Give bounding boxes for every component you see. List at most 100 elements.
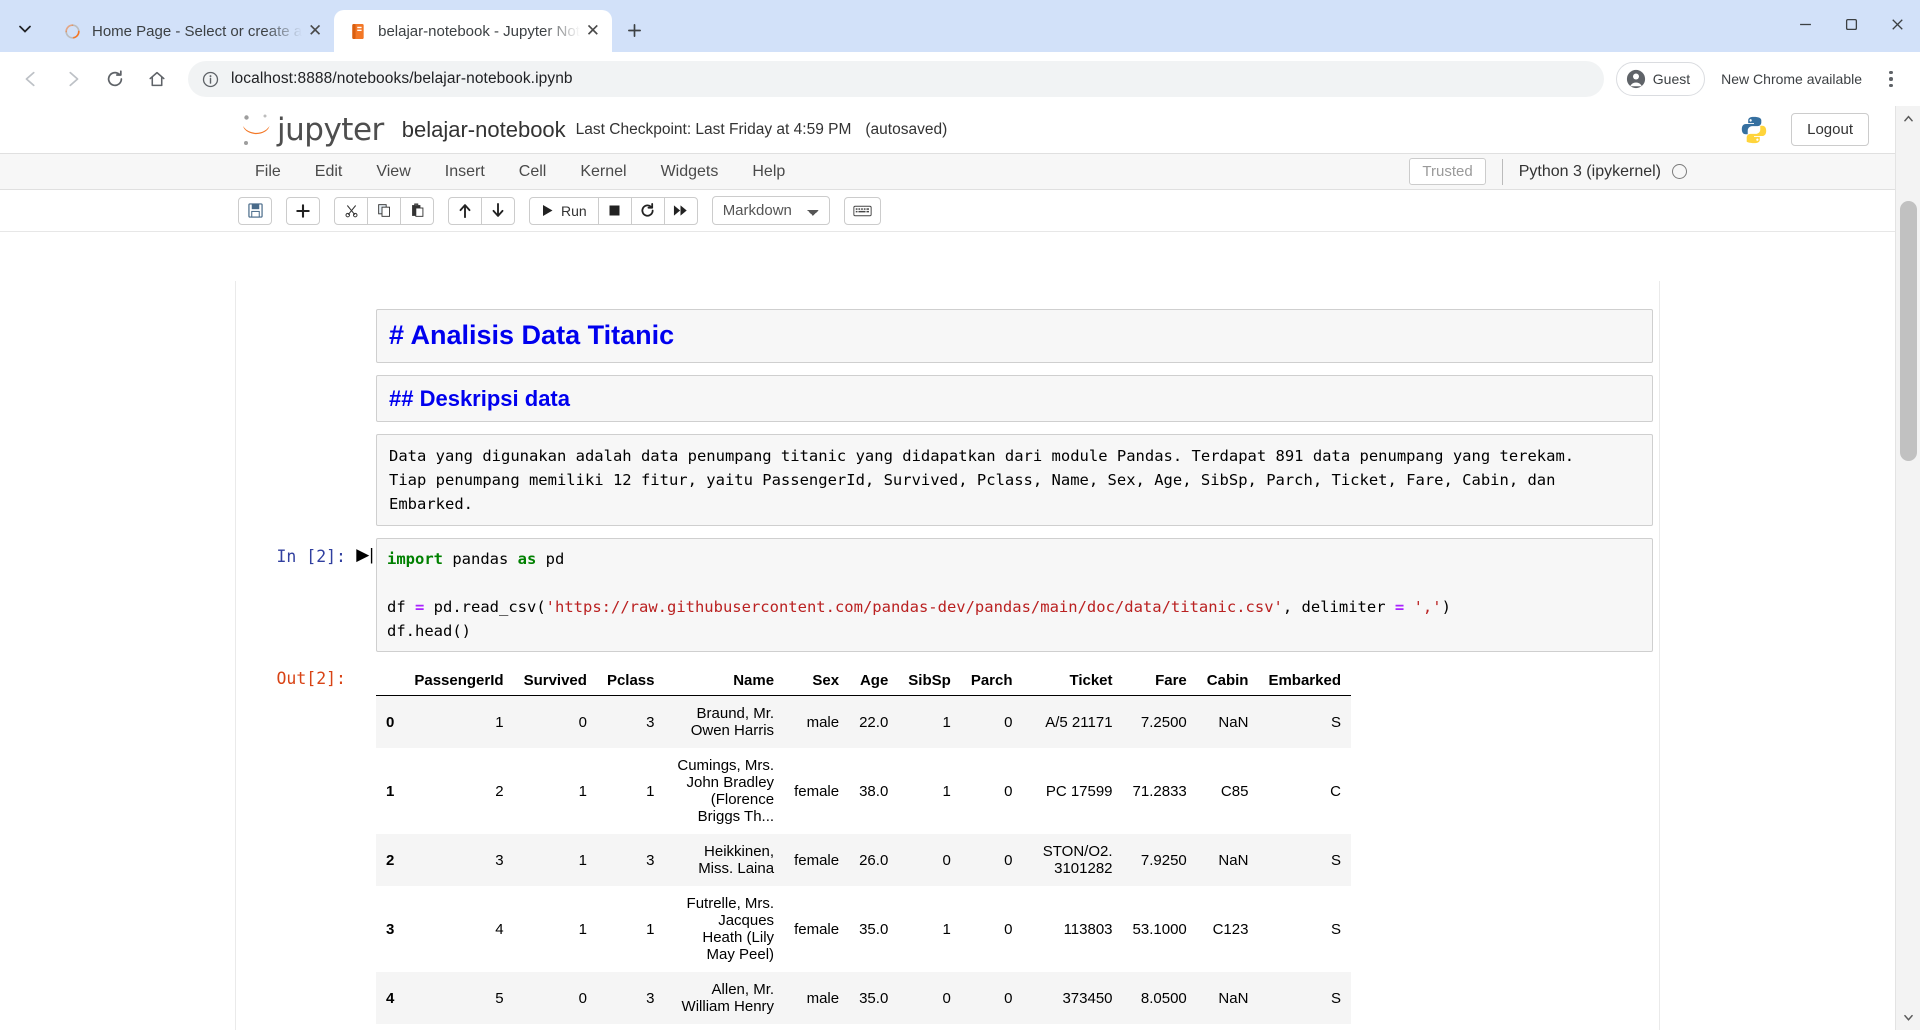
cell-type-select[interactable]: CodeMarkdownRaw NBConvertHeading [711, 196, 830, 225]
browser-toolbar: localhost:8888/notebooks/belajar-noteboo… [0, 52, 1920, 106]
markdown-cell-subtitle[interactable]: ## Deskripsi data [236, 369, 1659, 429]
cell-PassengerId: 3 [495, 851, 504, 869]
index-corner [376, 666, 405, 697]
maximize-icon[interactable] [1828, 0, 1874, 48]
paste-cells-button[interactable] [400, 196, 434, 225]
cell-Age: 38.0 [859, 782, 889, 800]
browser-tab-home-page[interactable]: Home Page - Select or create a ✕ [48, 10, 334, 52]
menu-help[interactable]: Help [735, 156, 802, 188]
insert-cell-below-button[interactable] [286, 196, 320, 225]
close-window-icon[interactable] [1874, 0, 1920, 48]
cell-Embarked: S [1330, 920, 1341, 938]
cell-Sex: male [806, 989, 840, 1007]
cell-Ticket: A/5 21171 [1045, 713, 1113, 731]
cell-Parch: 0 [1004, 989, 1013, 1007]
run-cell-button[interactable]: Run [529, 196, 599, 225]
trusted-badge[interactable]: Trusted [1409, 158, 1486, 185]
col-Survived: Survived [513, 666, 597, 697]
save-button[interactable] [238, 196, 272, 225]
copy-icon [377, 204, 390, 217]
col-Fare: Fare [1122, 666, 1197, 697]
cell-Cabin: NaN [1218, 989, 1249, 1007]
profile-guest-button[interactable]: Guest [1615, 62, 1706, 96]
cell-Age: 22.0 [859, 713, 889, 731]
arrow-down-icon [492, 203, 504, 217]
address-bar-url: localhost:8888/notebooks/belajar-noteboo… [231, 70, 573, 87]
menubar-divider [1501, 158, 1503, 185]
arrow-up-icon [459, 204, 471, 218]
interrupt-kernel-button[interactable] [597, 196, 632, 225]
cell-run-indicator-icon: ▶| [356, 545, 374, 565]
cell-prompt-empty [236, 309, 354, 317]
menu-edit[interactable]: Edit [298, 156, 360, 188]
code-source-box[interactable]: import pandas as pd df = pd.read_csv('ht… [376, 538, 1653, 653]
menu-widgets[interactable]: Widgets [644, 156, 736, 188]
cell-Ticket: 373450 [1062, 989, 1113, 1007]
tab-title: belajar-notebook - Jupyter Not [378, 22, 580, 40]
tab-close-icon[interactable]: ✕ [302, 18, 328, 44]
copy-cells-button[interactable] [367, 196, 401, 225]
menu-insert[interactable]: Insert [428, 156, 502, 188]
tab-strip: Home Page - Select or create a ✕ belajar… [0, 0, 1920, 52]
back-icon[interactable] [12, 60, 50, 98]
cell-body: import pandas as pd df = pd.read_csv('ht… [376, 538, 1653, 653]
notebook-scroll-area[interactable]: # Analisis Data Titanic ## Deskripsi dat… [0, 281, 1895, 1030]
tab-close-icon[interactable]: ✕ [580, 18, 606, 44]
scrollbar-thumb[interactable] [1900, 201, 1917, 461]
markdown-source-box[interactable]: ## Deskripsi data [376, 374, 1653, 423]
menu-file[interactable]: File [238, 156, 298, 188]
move-cell-up-button[interactable] [448, 196, 482, 225]
scroll-up-arrow-icon[interactable] [1896, 106, 1920, 131]
cell-Fare: 7.2500 [1140, 713, 1187, 731]
jupyter-logo[interactable]: jupyter [238, 110, 384, 150]
command-palette-button[interactable] [843, 196, 881, 225]
table-body: 0 1 0 3 Braund, Mr. Owen Harris male 22.0 1 0 A/5… [376, 695, 1351, 1025]
cell-Cabin: NaN [1218, 713, 1249, 731]
table-head: PassengerId Survived Pclass Name Sex Age… [376, 666, 1351, 697]
notebook-name[interactable]: belajar-notebook [402, 117, 566, 143]
cell-Parch: 0 [1004, 920, 1013, 938]
table-row: 4 5 0 3 Allen, Mr. William Henry male 35.0 0 0 37… [376, 972, 1351, 1025]
browser-tab-belajar-notebook[interactable]: belajar-notebook - Jupyter Not ✕ [334, 10, 612, 52]
cell-Ticket: PC 17599 [1045, 782, 1113, 800]
code-cell-read-csv[interactable]: In [2]: ▶| import pandas as pd df = pd.r… [236, 532, 1659, 658]
menu-cell[interactable]: Cell [502, 156, 564, 188]
cell-prompt-empty [236, 375, 354, 383]
forward-icon[interactable] [54, 60, 92, 98]
jupyter-menubar: File Edit View Insert Cell Kernel Widget… [0, 154, 1895, 190]
cell-Survived: 1 [578, 851, 587, 869]
cell-Pclass: 1 [646, 920, 655, 938]
menu-kernel[interactable]: Kernel [563, 156, 643, 188]
chrome-menu-icon[interactable] [1874, 62, 1908, 96]
cut-cells-button[interactable] [334, 196, 368, 225]
plus-icon [296, 203, 310, 218]
move-cell-down-button[interactable] [481, 196, 515, 225]
cell-Name: Cumings, Mrs. John Bradley (Florence Bri… [677, 757, 775, 826]
markdown-source-box[interactable]: Data yang digunakan adalah data penumpan… [376, 434, 1653, 527]
address-bar[interactable]: localhost:8888/notebooks/belajar-noteboo… [188, 61, 1604, 97]
chrome-update-label[interactable]: New Chrome available [1709, 71, 1870, 87]
restart-and-run-all-button[interactable] [663, 196, 698, 225]
info-circle-icon[interactable] [202, 71, 219, 88]
row-index: 2 [386, 851, 395, 869]
reload-icon[interactable] [96, 60, 134, 98]
cell-SibSp: 1 [942, 713, 951, 731]
logout-button[interactable]: Logout [1791, 113, 1869, 146]
restart-kernel-button[interactable] [630, 196, 665, 225]
scroll-down-arrow-icon[interactable] [1896, 1005, 1920, 1030]
markdown-cell-description[interactable]: Data yang digunakan adalah data penumpan… [236, 428, 1659, 532]
menu-view[interactable]: View [359, 156, 427, 188]
cell-body: ## Deskripsi data [376, 374, 1653, 423]
minimize-icon[interactable] [1782, 0, 1828, 48]
cell-body: Data yang digunakan adalah data penumpan… [376, 434, 1653, 527]
markdown-cell-title[interactable]: # Analisis Data Titanic [236, 303, 1659, 369]
run-label: Run [561, 202, 587, 219]
output-spacer [354, 664, 376, 671]
toolbar-group-insert [286, 196, 320, 225]
tab-search-chevron-icon[interactable] [8, 12, 42, 46]
page-scrollbar[interactable] [1895, 106, 1920, 1030]
new-tab-button[interactable] [618, 13, 652, 47]
home-icon[interactable] [138, 60, 176, 98]
col-SibSp: SibSp [898, 666, 961, 697]
markdown-source-box[interactable]: # Analisis Data Titanic [376, 309, 1653, 363]
